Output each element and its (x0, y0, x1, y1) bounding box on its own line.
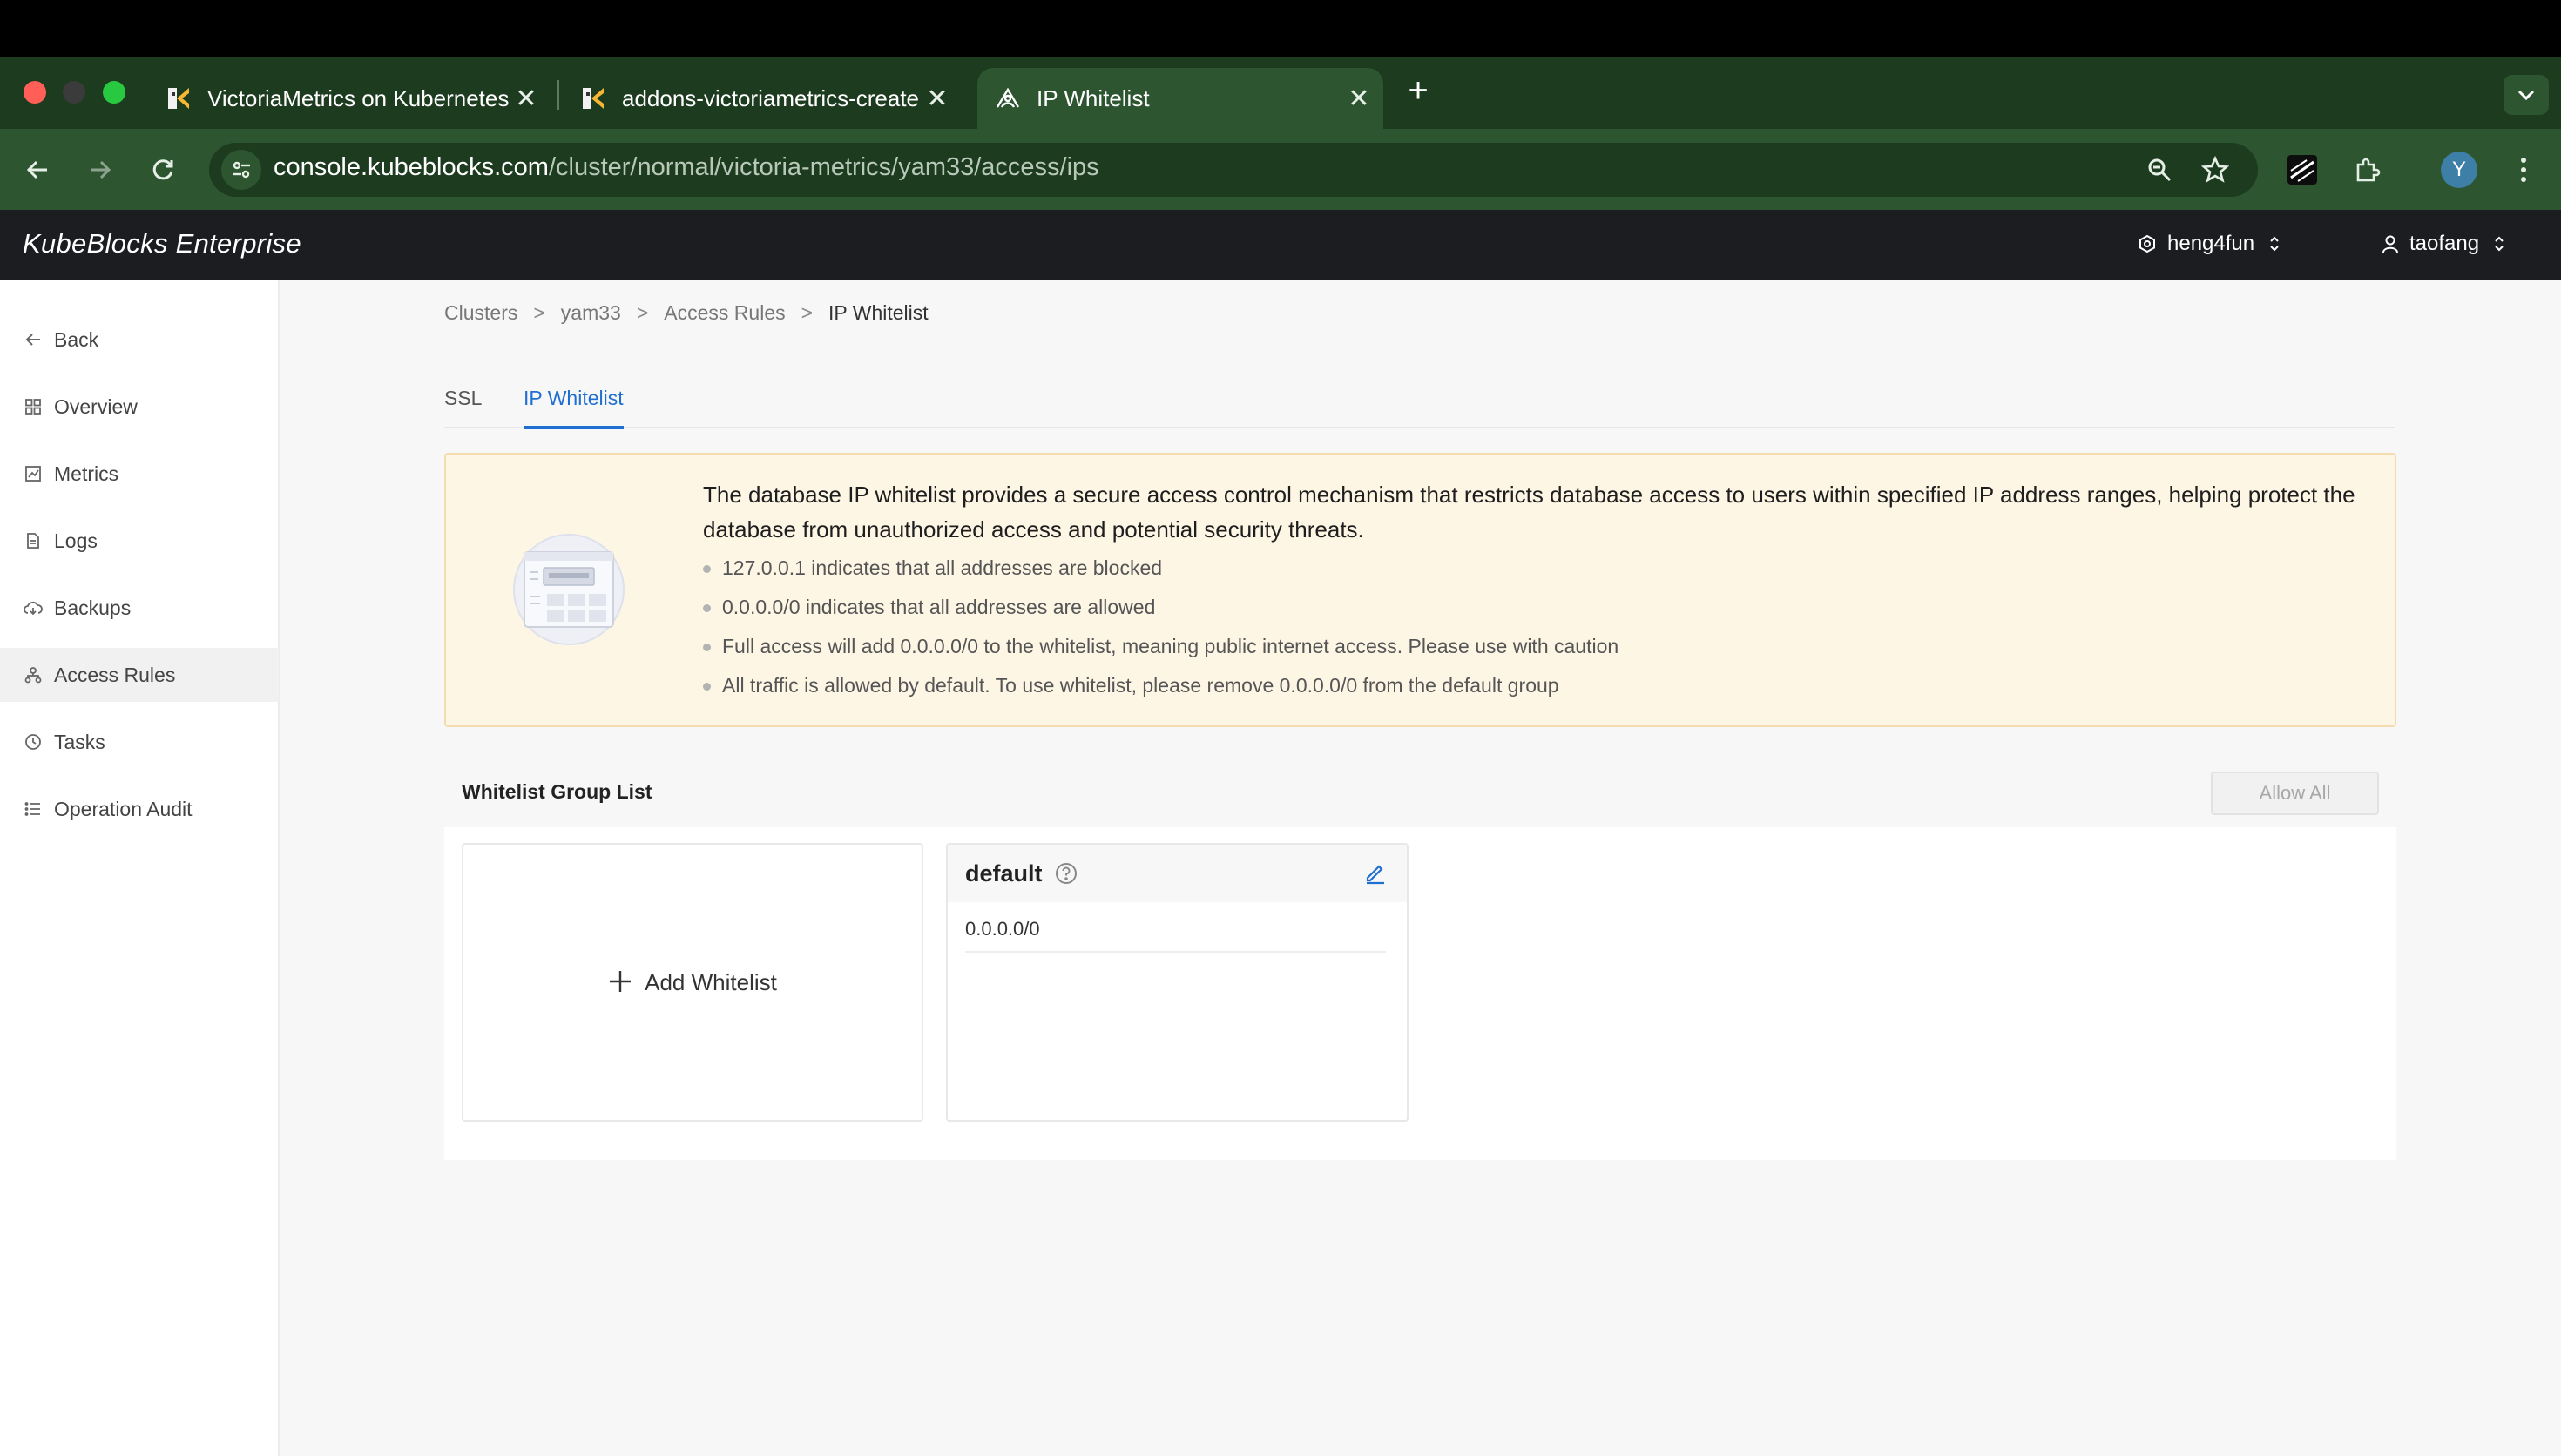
sidebar-item-label: Tasks (54, 730, 105, 753)
tab-close-icon[interactable]: ✕ (920, 84, 955, 114)
tab-title: VictoriaMetrics on Kubernetes (207, 84, 509, 111)
tab-close-icon[interactable]: ✕ (509, 84, 544, 114)
sidebar-item-label: Access Rules (54, 663, 176, 686)
group-ip-entry: 0.0.0.0/0 (965, 918, 1386, 953)
tab-ssl[interactable]: SSL (444, 383, 482, 428)
cloud-icon (23, 597, 44, 618)
url-path: /cluster/normal/victoria-metrics/yam33/a… (548, 153, 1099, 181)
list-icon (23, 799, 44, 819)
sidebar: Back Overview Metrics Logs Backups Acces… (0, 280, 280, 1456)
org-selector[interactable]: heng4fun (2138, 232, 2281, 256)
sidebar-item-logs[interactable]: Logs (0, 514, 279, 568)
ip-whitelist-favicon-icon (993, 84, 1023, 113)
allow-all-button[interactable]: Allow All (2211, 772, 2379, 815)
sidebar-item-label: Back (54, 327, 99, 351)
sidebar-item-backups[interactable]: Backups (0, 581, 279, 635)
breadcrumb-cluster[interactable]: yam33 (561, 301, 621, 325)
kubeblocks-favicon-icon (578, 84, 608, 113)
clock-icon (23, 731, 44, 752)
tab-ip-whitelist[interactable]: IP Whitelist (524, 383, 624, 429)
whitelist-info-notice: The database IP whitelist provides a sec… (444, 453, 2396, 727)
whitelist-illustration-icon (512, 533, 625, 646)
sidebar-item-label: Operation Audit (54, 797, 193, 820)
group-name: default (965, 859, 1043, 886)
extension-enz-icon[interactable] (2282, 150, 2322, 190)
add-whitelist-card[interactable]: Add Whitelist (462, 843, 923, 1122)
help-circle-icon[interactable] (1055, 862, 1078, 885)
breadcrumb-clusters[interactable]: Clusters (444, 301, 517, 325)
sidebar-item-label: Overview (54, 394, 138, 418)
notice-bullet-list: 127.0.0.1 indicates that all addresses a… (703, 554, 2367, 711)
user-menu[interactable]: taofang (2382, 232, 2505, 256)
user-name: taofang (2409, 232, 2480, 255)
page-tabs: SSL IP Whitelist (444, 383, 2395, 429)
tab-search-button[interactable] (2504, 75, 2549, 115)
brand-logo[interactable]: KubeBlocks Enterprise (23, 228, 301, 260)
back-arrow-icon[interactable] (17, 150, 57, 190)
breadcrumb-access-rules[interactable]: Access Rules (664, 301, 785, 325)
breadcrumb: Clusters > yam33 > Access Rules > IP Whi… (444, 301, 929, 325)
whitelist-group-card: default 0.0.0.0/0 (946, 843, 1409, 1122)
url-host: console.kubeblocks.com (274, 153, 549, 181)
chevron-right-icon: > (801, 301, 814, 324)
notice-text: The database IP whitelist provides a sec… (703, 477, 2367, 711)
group-card-header: default (948, 845, 1407, 902)
sidebar-item-label: Logs (54, 529, 98, 552)
sidebar-item-back[interactable]: Back (0, 313, 279, 367)
forward-arrow-icon[interactable] (80, 150, 120, 190)
user-icon (2382, 234, 2399, 253)
system-top-bar (0, 0, 2561, 57)
org-name: heng4fun (2167, 232, 2255, 255)
chart-icon (23, 463, 44, 484)
extensions-puzzle-icon[interactable] (2347, 150, 2387, 190)
org-icon (2138, 234, 2157, 253)
profile-avatar[interactable]: Y (2441, 152, 2477, 188)
reload-icon[interactable] (143, 150, 183, 190)
tab-close-icon[interactable]: ✕ (1341, 84, 1376, 114)
window-close-button[interactable] (24, 81, 46, 104)
kubeblocks-favicon-icon (164, 84, 193, 113)
sidebar-item-metrics[interactable]: Metrics (0, 447, 279, 501)
zoom-icon[interactable] (2139, 150, 2179, 190)
sidebar-item-tasks[interactable]: Tasks (0, 715, 279, 769)
site-info-icon[interactable] (221, 150, 261, 190)
chevron-updown-icon (2493, 234, 2505, 253)
tab-title: addons-victoriametrics-create (622, 84, 920, 111)
whitelist-group-list-title: Whitelist Group List (462, 780, 652, 803)
sidebar-item-label: Backups (54, 596, 132, 619)
notice-bullet: Full access will add 0.0.0.0/0 to the wh… (703, 632, 2367, 671)
document-icon (23, 530, 44, 551)
browser-tab-ip-whitelist[interactable]: IP Whitelist ✕ (977, 68, 1383, 129)
browser-tab-victoriametrics[interactable]: VictoriaMetrics on Kubernetes ✕ (148, 68, 551, 129)
tab-divider (557, 80, 559, 110)
chevron-right-icon: > (533, 301, 545, 324)
new-tab-button[interactable]: + (1399, 73, 1437, 111)
bookmark-star-icon[interactable] (2195, 150, 2235, 190)
network-icon (23, 664, 44, 685)
window-minimize-button[interactable] (63, 81, 85, 104)
browser-tab-addons[interactable]: addons-victoriametrics-create ✕ (563, 68, 962, 129)
add-whitelist-label: Add Whitelist (645, 968, 777, 995)
breadcrumb-current: IP Whitelist (828, 301, 929, 324)
chevron-right-icon: > (636, 301, 649, 324)
edit-pencil-icon[interactable] (1363, 860, 1388, 885)
sidebar-item-overview[interactable]: Overview (0, 380, 279, 434)
browser-menu-icon[interactable] (2504, 150, 2544, 190)
notice-bullet: 0.0.0.0/0 indicates that all addresses a… (703, 593, 2367, 632)
sidebar-item-access-rules[interactable]: Access Rules (0, 648, 279, 702)
arrow-left-icon (23, 329, 44, 350)
window-maximize-button[interactable] (103, 81, 125, 104)
notice-bullet: 127.0.0.1 indicates that all addresses a… (703, 554, 2367, 593)
notice-description: The database IP whitelist provides a sec… (703, 482, 2355, 543)
notice-bullet: All traffic is allowed by default. To us… (703, 671, 2367, 711)
url-text: console.kubeblocks.com/cluster/normal/vi… (274, 153, 1099, 182)
chevron-updown-icon (2268, 234, 2281, 253)
grid-icon (23, 396, 44, 417)
plus-icon (608, 969, 632, 995)
sidebar-item-operation-audit[interactable]: Operation Audit (0, 782, 279, 836)
sidebar-item-label: Metrics (54, 462, 119, 485)
tab-title: IP Whitelist (1037, 84, 1150, 111)
